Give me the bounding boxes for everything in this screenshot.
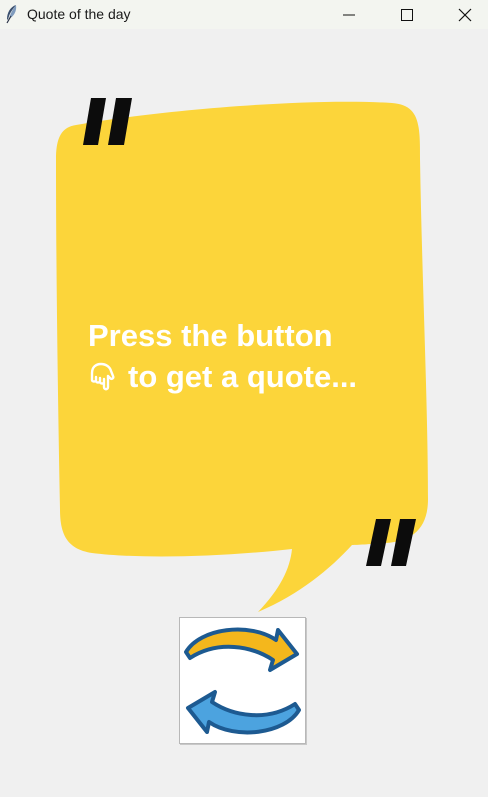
title-bar: Quote of the day: [0, 0, 488, 29]
pointing-down-hand-icon: [88, 360, 118, 401]
close-icon: [458, 8, 472, 21]
window-content: Press the button to get a quote...: [0, 29, 488, 797]
quote-text: Press the button to get a quote...: [88, 315, 418, 401]
feather-icon: [4, 4, 20, 24]
close-button[interactable]: [442, 0, 488, 29]
maximize-icon: [401, 8, 413, 21]
window-title: Quote of the day: [27, 6, 131, 22]
minimize-icon: [343, 14, 355, 15]
quote-line-1: Press the button: [88, 318, 333, 353]
quote-line-2: to get a quote...: [128, 359, 358, 394]
refresh-arrows-icon: [184, 627, 301, 735]
quote-line-2-row: to get a quote...: [88, 356, 418, 401]
maximize-button[interactable]: [384, 0, 430, 29]
minimize-button[interactable]: [326, 0, 372, 29]
refresh-quote-button[interactable]: [179, 617, 306, 744]
